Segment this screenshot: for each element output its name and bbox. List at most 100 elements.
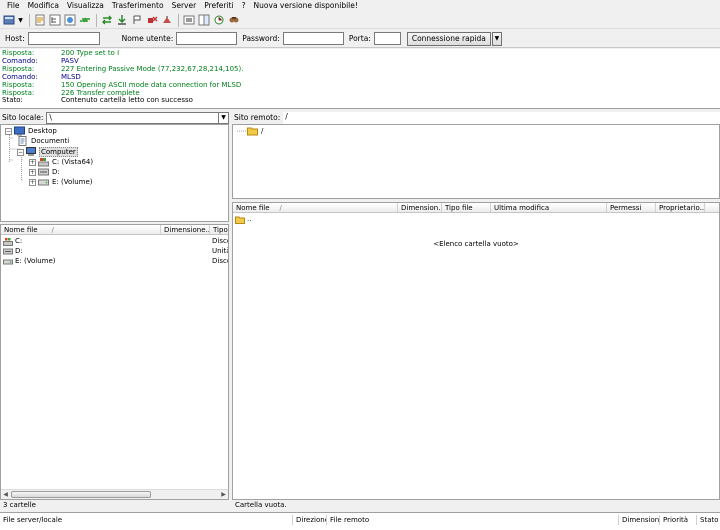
local-list-header: Nome file / Dimensione... Tipo — [1, 225, 228, 235]
menu-visualizza[interactable]: Visualizza — [63, 0, 108, 12]
local-horizontal-scrollbar[interactable]: ◀ ▶ — [1, 489, 228, 499]
quickconnect-dropdown-icon[interactable]: ▼ — [491, 31, 502, 46]
local-site-label: Sito locale: — [2, 113, 44, 122]
remote-tree[interactable]: / — [232, 124, 720, 199]
toggle-local-tree-icon[interactable] — [48, 13, 62, 27]
username-input[interactable] — [176, 32, 238, 45]
tree-node-computer[interactable]: − Computer — [17, 147, 78, 157]
reconnect-icon[interactable] — [160, 13, 174, 27]
tree-node-drive-d[interactable]: + D: — [29, 167, 61, 177]
collapse-icon[interactable]: − — [5, 127, 12, 135]
column-header-dimensione[interactable]: Dimension... — [398, 203, 442, 212]
site-manager-dropdown-icon[interactable]: ▼ — [17, 13, 24, 27]
tree-node-drive-c[interactable]: + C: (Vista64) — [29, 157, 94, 167]
expand-icon[interactable]: + — [29, 158, 36, 166]
menu-trasferimento[interactable]: Trasferimento — [108, 0, 168, 12]
local-path-bar: Sito locale: \ ▼ — [0, 111, 229, 124]
toggle-remote-tree-icon[interactable] — [63, 13, 77, 27]
column-header-stato[interactable]: Stato — [697, 515, 720, 525]
collapse-icon[interactable]: − — [17, 148, 24, 156]
compare-icon[interactable] — [197, 13, 211, 27]
optical-drive-icon — [38, 167, 49, 177]
column-header-file-locale[interactable]: File server/locale — [0, 515, 293, 525]
toolbar: ▼ — [0, 12, 720, 29]
column-header-dimensione[interactable]: Dimensione — [619, 515, 660, 525]
port-input[interactable] — [373, 32, 401, 45]
menu-server[interactable]: Server — [168, 0, 201, 12]
optical-drive-icon — [3, 248, 13, 254]
menu-new-version[interactable]: Nuova versione disponibile! — [250, 0, 362, 12]
remote-list-header: Nome file / Dimension... Tipo file Ultima… — [233, 203, 719, 213]
scroll-left-icon[interactable]: ◀ — [1, 490, 10, 499]
column-header-priorita[interactable]: Priorità — [660, 515, 697, 525]
local-status-text: 3 cartelle — [0, 500, 229, 511]
remote-path-input[interactable]: / — [283, 111, 720, 124]
quickconnect-button[interactable]: Connessione rapida — [406, 31, 491, 46]
local-file-list[interactable]: Nome file/ Dimensione... Tipo C: Disco D… — [0, 224, 229, 500]
tree-node-drive-e[interactable]: + E: (Volume) — [29, 177, 94, 187]
column-header-file-remoto[interactable]: File remoto — [327, 515, 619, 525]
tree-node-root[interactable]: / — [247, 126, 264, 136]
column-header-permessi[interactable]: Permessi — [607, 203, 656, 212]
toggle-log-icon[interactable] — [33, 13, 47, 27]
scroll-right-icon[interactable]: ▶ — [219, 490, 228, 499]
parent-folder-icon — [235, 216, 245, 224]
refresh-icon[interactable] — [100, 13, 114, 27]
expand-icon[interactable]: + — [29, 178, 36, 186]
table-row[interactable]: D: Unità — [1, 246, 228, 256]
stop-icon[interactable] — [130, 13, 144, 27]
column-header-dimensione[interactable]: Dimensione... — [161, 225, 210, 234]
expand-icon[interactable]: + — [29, 168, 36, 176]
toolbar-separator — [178, 13, 179, 27]
table-row[interactable]: E: (Volume) Disco — [1, 256, 228, 266]
tree-node-desktop[interactable]: − Desktop — [5, 126, 58, 136]
log-line: Stato: Contenuto cartella letto con succe… — [2, 96, 193, 105]
message-log[interactable]: Risposta: 200 Type set to I Comando: PASV … — [0, 49, 720, 109]
toggle-queue-icon[interactable] — [78, 13, 92, 27]
process-queue-icon[interactable] — [115, 13, 129, 27]
local-path-input[interactable]: \ — [46, 111, 219, 124]
quickconnect-bar: Host: Nome utente: Password: Porta: Conn… — [0, 30, 720, 48]
filter-icon[interactable] — [182, 13, 196, 27]
local-path-dropdown-icon[interactable]: ▼ — [219, 111, 229, 124]
port-label: Porta: — [348, 34, 371, 43]
remote-path-bar: Sito remoto: / — [232, 111, 720, 124]
search-icon[interactable] — [227, 13, 241, 27]
table-row[interactable]: C: Disco — [1, 236, 228, 246]
menu-preferiti[interactable]: Preferiti — [200, 0, 237, 12]
local-tree[interactable]: − Desktop Documenti − Computer + C: (Vis… — [0, 124, 229, 222]
toolbar-separator — [29, 13, 30, 27]
password-input[interactable] — [282, 32, 344, 45]
menu-modifica[interactable]: Modifica — [24, 0, 63, 12]
transfer-queue[interactable]: File server/locale Direzione File remoto… — [0, 512, 720, 530]
menu-help[interactable]: ? — [238, 0, 250, 12]
column-header-proprietario[interactable]: Proprietario... — [656, 203, 705, 212]
documents-icon — [17, 136, 28, 146]
desktop-icon — [14, 126, 25, 136]
disconnect-icon[interactable] — [145, 13, 159, 27]
menu-file[interactable]: File — [3, 0, 24, 12]
log-line: Risposta: 200 Type set to I — [2, 49, 120, 57]
column-header-tipo[interactable]: Tipo — [210, 225, 228, 234]
column-header-ultima-modifica[interactable]: Ultima modifica — [491, 203, 607, 212]
table-row[interactable]: .. — [233, 214, 719, 224]
computer-icon — [26, 147, 37, 157]
sync-browse-icon[interactable] — [212, 13, 226, 27]
empty-directory-message: <Elenco cartella vuoto> — [433, 240, 519, 248]
column-header-direzione[interactable]: Direzione — [293, 515, 327, 525]
column-header-tipo-file[interactable]: Tipo file — [442, 203, 491, 212]
host-input[interactable] — [27, 32, 100, 45]
site-manager-icon[interactable] — [2, 13, 16, 27]
system-drive-icon — [38, 157, 49, 167]
scrollbar-thumb[interactable] — [11, 491, 151, 498]
remote-file-list[interactable]: Nome file / Dimension... Tipo file Ultima… — [232, 202, 720, 500]
column-header-nome-file[interactable]: Nome file / — [233, 203, 398, 212]
column-header-nome-file[interactable]: Nome file / — [1, 225, 161, 234]
folder-icon — [247, 126, 258, 136]
menu-bar: File Modifica Visualizza Trasferimento S… — [0, 0, 720, 12]
username-label: Nome utente: — [121, 34, 174, 43]
log-line: Risposta: 227 Entering Passive Mode (77,2… — [2, 64, 244, 73]
remote-status-text: Cartella vuota. — [232, 500, 720, 511]
system-drive-icon — [3, 237, 13, 246]
tree-node-documents[interactable]: Documenti — [17, 136, 70, 146]
